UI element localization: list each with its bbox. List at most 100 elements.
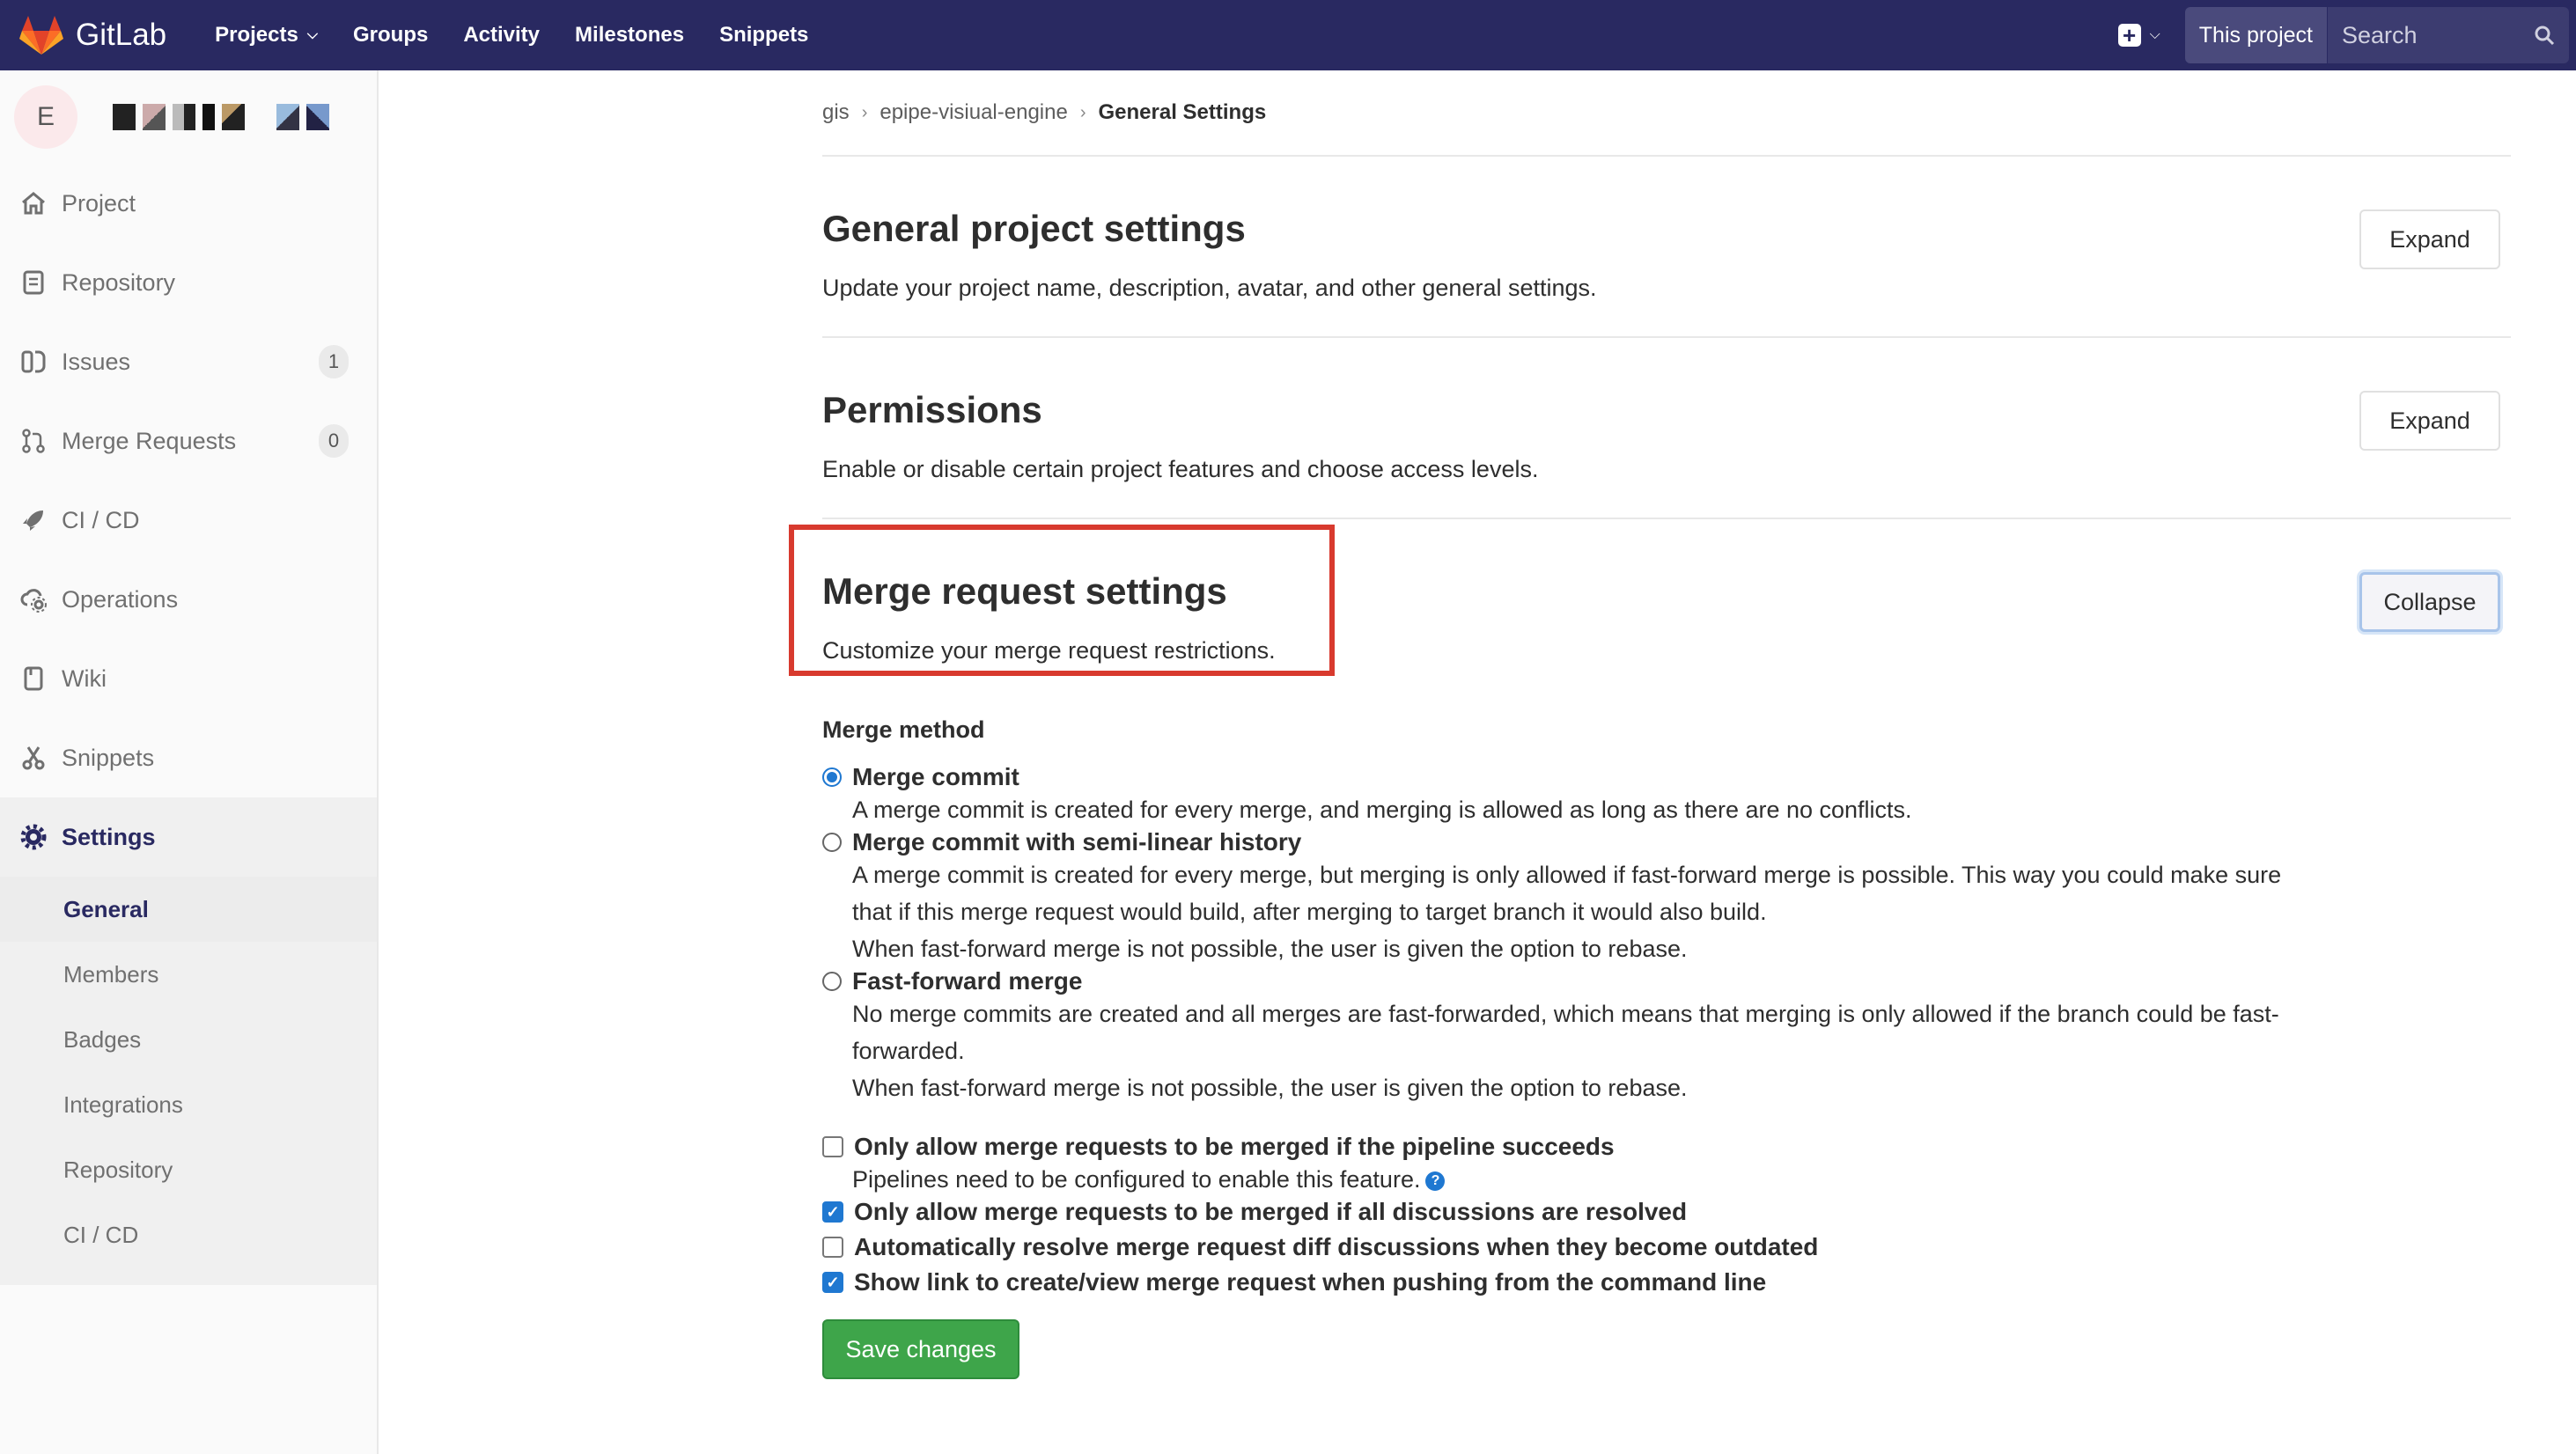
chevron-down-icon: ⌵ [306,27,318,42]
sidebar-project-header[interactable]: E [0,70,377,164]
sidebar-item-issues[interactable]: Issues 1 [0,322,377,401]
section-title: Merge request settings [822,570,1227,612]
main-content: gis › epipe-visiual-engine › General Set… [789,70,2511,1379]
settings-sub-repository[interactable]: Repository [0,1137,377,1202]
option-help: A merge commit is created for every merg… [852,797,1912,823]
search-icon [2535,26,2555,46]
sidebar-item-wiki[interactable]: Wiki [0,639,377,718]
general-project-settings-section: General project settings Update your pro… [822,157,2511,338]
collapse-button[interactable]: Collapse [2359,572,2500,632]
merge-requests-count-badge: 0 [319,424,349,458]
sidebar-item-label: CI / CD [62,506,140,533]
nav-activity[interactable]: Activity [463,23,540,48]
new-item-dropdown[interactable]: + ⌵ [2117,24,2160,47]
option-label: Merge commit [852,763,1019,790]
search-form: This project Search [2184,7,2569,63]
brand-name: GitLab [76,18,167,52]
chevron-down-icon: ⌵ [2149,27,2160,42]
option-label: Fast-forward merge [852,967,1083,995]
show-link-checkbox[interactable]: ✓ [822,1272,843,1293]
main-nav: Projects ⌵ Groups Activity Milestones Sn… [215,23,843,48]
sidebar-item-merge-requests[interactable]: Merge Requests 0 [0,401,377,481]
top-navbar: GitLab Projects ⌵ Groups Activity Milest… [0,0,2576,70]
sidebar-item-label: Merge Requests [62,427,237,454]
fast-forward-radio[interactable] [822,972,842,991]
book-icon [24,666,43,691]
search-input[interactable]: Search [2328,7,2569,63]
scissors-icon [22,746,45,770]
merge-method-option[interactable]: Fast-forward merge [822,967,2511,995]
merge-request-settings-form: Merge method Merge commit A merge commit… [822,692,2511,1379]
settings-sub-ci-cd[interactable]: CI / CD [0,1202,377,1267]
expand-button[interactable]: Expand [2359,391,2500,451]
home-icon [22,192,45,215]
sidebar-item-settings[interactable]: Settings [0,797,377,877]
section-title: Permissions [822,389,1042,430]
search-scope-button[interactable]: This project [2184,7,2328,63]
option-label: Only allow merge requests to be merged i… [854,1198,1688,1225]
sidebar-item-label: Repository [62,268,176,296]
nav-projects-label: Projects [215,23,298,47]
merge-commit-radio[interactable] [822,767,842,787]
nav-milestones[interactable]: Milestones [575,23,684,48]
issues-count-badge: 1 [319,345,349,378]
merge-method-option[interactable]: Merge commit [822,763,2511,791]
semi-linear-radio[interactable] [822,833,842,852]
sidebar-item-label: Settings [62,823,156,850]
option-label: Merge commit with semi-linear history [852,828,1302,856]
breadcrumb-group[interactable]: gis [822,100,850,125]
permissions-section: Permissions Enable or disable certain pr… [822,338,2511,519]
sidebar-item-label: Operations [62,585,179,613]
issues-icon [21,350,46,373]
pipeline-succeeds-checkbox[interactable] [822,1136,843,1157]
settings-sub-general[interactable]: General [0,877,377,942]
plus-icon: + [2117,24,2141,47]
sidebar-item-project[interactable]: Project [0,164,377,243]
sidebar-item-snippets[interactable]: Snippets [0,718,377,797]
settings-sub-integrations[interactable]: Integrations [0,1072,377,1137]
nav-groups[interactable]: Groups [353,23,428,48]
merge-method-option[interactable]: Merge commit with semi-linear history [822,828,2511,856]
gitlab-logo[interactable]: GitLab [19,15,166,55]
save-changes-button[interactable]: Save changes [822,1319,1019,1379]
sidebar-item-label: Snippets [62,744,155,771]
sidebar-item-label: Wiki [62,665,107,692]
section-title: General project settings [822,208,1246,249]
settings-sub-members[interactable]: Members [0,942,377,1007]
rocket-icon [23,510,43,531]
option-help: When fast-forward merge is not possible,… [852,1075,1688,1101]
option-help: No merge commits are created and all mer… [852,1001,2279,1064]
settings-sub-badges[interactable]: Badges [0,1007,377,1072]
option-help: A merge commit is created for every merg… [852,862,2282,925]
sidebar-item-repository[interactable]: Repository [0,243,377,322]
sidebar-item-label: Project [62,189,136,217]
checkbox-option[interactable]: Automatically resolve merge request diff… [822,1233,2511,1261]
nav-snippets[interactable]: Snippets [719,23,808,48]
section-description: Customize your merge request restriction… [822,637,1276,664]
checkbox-option[interactable]: ✓ Only allow merge requests to be merged… [822,1198,2511,1226]
project-sidebar: E Project Repository Issues 1 Merge Requ… [0,70,379,1454]
expand-button[interactable]: Expand [2359,209,2500,269]
auto-resolve-checkbox[interactable] [822,1237,843,1258]
breadcrumb-project[interactable]: epipe-visiual-engine [880,100,1067,125]
settings-subnav: General Members Badges Integrations Repo… [0,877,377,1267]
option-help: When fast-forward merge is not possible,… [852,936,1688,962]
option-label: Only allow merge requests to be merged i… [854,1133,1615,1160]
project-name-redacted [113,104,336,130]
breadcrumb-current[interactable]: General Settings [1099,100,1267,125]
sidebar-item-ci-cd[interactable]: CI / CD [0,481,377,560]
option-help-text: Pipelines need to be configured to enabl… [852,1166,1421,1193]
section-description: Enable or disable certain project featur… [822,456,1539,482]
chevron-right-icon: › [861,102,868,122]
discussions-resolved-checkbox[interactable]: ✓ [822,1201,843,1223]
navbar-right: + ⌵ This project Search [2117,0,2569,70]
option-label: Automatically resolve merge request diff… [854,1233,1819,1260]
question-icon[interactable]: ? [1425,1171,1446,1191]
section-description: Update your project name, description, a… [822,275,1597,301]
checkbox-option[interactable]: ✓ Show link to create/view merge request… [822,1268,2511,1296]
checkbox-option[interactable]: Only allow merge requests to be merged i… [822,1133,2511,1161]
merge-request-settings-section: Merge request settings Customize your me… [789,519,2511,692]
sidebar-item-operations[interactable]: Operations [0,560,377,639]
search-placeholder: Search [2342,21,2418,48]
nav-projects[interactable]: Projects ⌵ [215,23,318,48]
